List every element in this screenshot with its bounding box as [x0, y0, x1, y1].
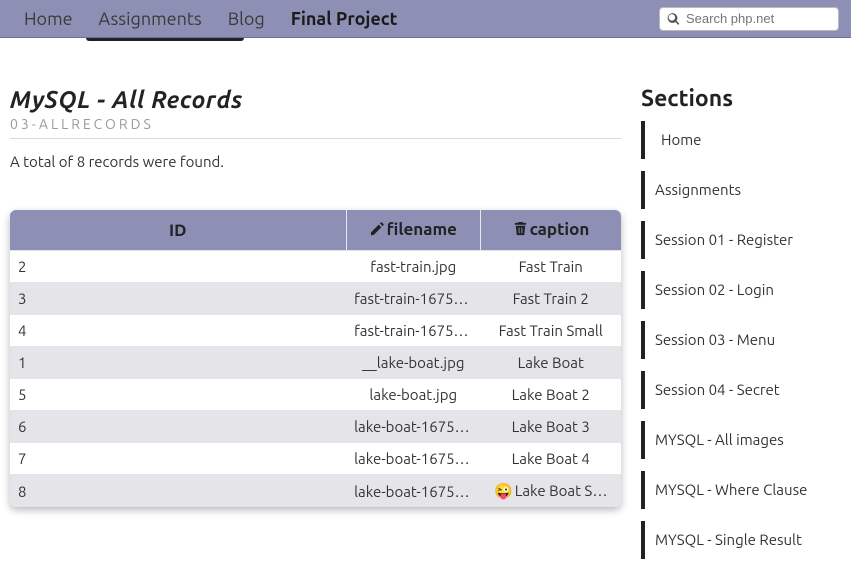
table-row[interactable]: 8lake-boat-16753…😜Lake Boat S… — [10, 475, 621, 508]
search-icon — [667, 12, 680, 25]
nav-assignments[interactable]: Assignments — [87, 3, 214, 35]
cell-filename: fast-train-16753… — [346, 283, 480, 315]
cell-id: 5 — [10, 379, 346, 411]
sidebar-item[interactable]: MYSQL - All images — [641, 421, 841, 459]
cell-id: 7 — [10, 443, 346, 475]
cell-id: 3 — [10, 283, 346, 315]
table-row[interactable]: 1__lake-boat.jpgLake Boat — [10, 347, 621, 379]
cell-caption: Lake Boat 2 — [480, 379, 621, 411]
table-header-row: ID filename caption — [10, 210, 621, 251]
col-caption[interactable]: caption — [480, 210, 621, 251]
table-row[interactable]: 2fast-train.jpgFast Train — [10, 251, 621, 283]
cell-filename: lake-boat-16753… — [346, 411, 480, 443]
table-row[interactable]: 6lake-boat-16753…Lake Boat 3 — [10, 411, 621, 443]
nav-blog[interactable]: Blog — [216, 3, 277, 35]
sidebar-item[interactable]: Assignments — [641, 171, 841, 209]
table-row[interactable]: 3fast-train-16753…Fast Train 2 — [10, 283, 621, 315]
search-input[interactable] — [659, 7, 839, 31]
table-row[interactable]: 5lake-boat.jpgLake Boat 2 — [10, 379, 621, 411]
cell-filename: fast-train-16753… — [346, 315, 480, 347]
cell-filename: fast-train.jpg — [346, 251, 480, 283]
sidebar-item[interactable]: Session 04 - Secret — [641, 371, 841, 409]
page-title: MySQL - All Records — [10, 86, 621, 113]
content: MySQL - All Records 03-ALLRECORDS A tota… — [10, 86, 621, 571]
cell-id: 4 — [10, 315, 346, 347]
cell-caption: Fast Train Small — [480, 315, 621, 347]
cell-caption: Fast Train — [480, 251, 621, 283]
trash-icon — [513, 221, 528, 240]
sidebar-list: Home Assignments Session 01 - Register Sess… — [641, 121, 841, 559]
table-row[interactable]: 7lake-boat-16753…Lake Boat 4 — [10, 443, 621, 475]
sidebar-item[interactable]: Session 01 - Register — [641, 221, 841, 259]
cell-caption: Fast Train 2 — [480, 283, 621, 315]
cell-caption: 😜Lake Boat S… — [480, 475, 621, 508]
top-bar: Home Assignments Blog Final Project — [0, 0, 851, 38]
col-id[interactable]: ID — [10, 210, 346, 251]
sidebar-item[interactable]: Session 03 - Menu — [641, 321, 841, 359]
col-filename[interactable]: filename — [346, 210, 480, 251]
sidebar-item[interactable]: Session 02 - Login — [641, 271, 841, 309]
records-table: ID filename caption 2fast-train.jpgFast … — [10, 210, 621, 507]
nav-final-project[interactable]: Final Project — [279, 3, 410, 35]
emoji-icon: 😜 — [494, 482, 513, 499]
top-nav: Home Assignments Blog Final Project — [12, 3, 659, 35]
nav-home[interactable]: Home — [12, 3, 85, 35]
sidebar-item[interactable]: MYSQL - Where Clause — [641, 471, 841, 509]
cell-id: 1 — [10, 347, 346, 379]
divider — [10, 138, 621, 139]
cell-caption: Lake Boat 4 — [480, 443, 621, 475]
cell-filename: lake-boat-16753… — [346, 443, 480, 475]
cell-filename: lake-boat.jpg — [346, 379, 480, 411]
cell-caption: Lake Boat — [480, 347, 621, 379]
pencil-icon — [370, 221, 385, 240]
search-wrap — [659, 7, 839, 31]
cell-caption: Lake Boat 3 — [480, 411, 621, 443]
cell-id: 2 — [10, 251, 346, 283]
cell-filename: __lake-boat.jpg — [346, 347, 480, 379]
cell-id: 6 — [10, 411, 346, 443]
nav-underline — [0, 38, 851, 46]
sidebar: Sections Home Assignments Session 01 - Reg… — [641, 86, 841, 571]
table-body: 2fast-train.jpgFast Train3fast-train-167… — [10, 251, 621, 508]
table-row[interactable]: 4fast-train-16753…Fast Train Small — [10, 315, 621, 347]
total-count-text: A total of 8 records were found. — [10, 153, 621, 170]
sidebar-item[interactable]: Home — [641, 121, 841, 159]
cell-filename: lake-boat-16753… — [346, 475, 480, 508]
records-table-wrap: ID filename caption 2fast-train.jpgFast … — [10, 210, 621, 507]
main: MySQL - All Records 03-ALLRECORDS A tota… — [0, 46, 851, 581]
sidebar-item[interactable]: MYSQL - Single Result — [641, 521, 841, 559]
cell-id: 8 — [10, 475, 346, 508]
sidebar-title: Sections — [641, 86, 841, 111]
page-subtitle: 03-ALLRECORDS — [10, 116, 621, 132]
